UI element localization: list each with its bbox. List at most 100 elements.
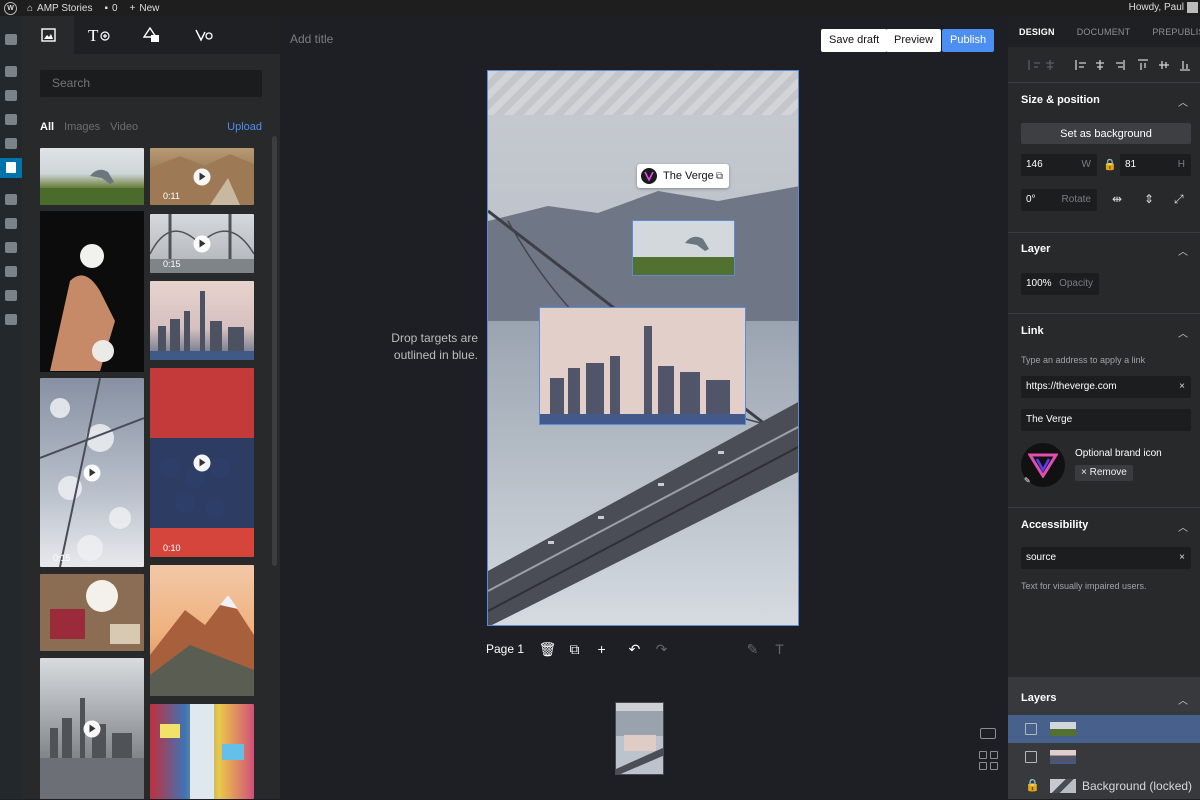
media-item-mountain[interactable]	[150, 565, 254, 696]
pages-icon[interactable]	[5, 114, 17, 125]
media-tab[interactable]	[22, 16, 74, 54]
flip-horizontal-icon[interactable]: ⇹	[1112, 192, 1122, 206]
settings-icon[interactable]	[5, 290, 17, 301]
user-avatar[interactable]	[1187, 2, 1198, 13]
remove-brand-icon-button[interactable]: × Remove	[1075, 465, 1133, 481]
media-item-picnic[interactable]	[40, 574, 144, 651]
opacity-input[interactable]: 100% Opacity	[1021, 273, 1099, 295]
links-tab[interactable]	[178, 16, 230, 54]
alt-text-value: source	[1026, 552, 1057, 563]
media-search-input[interactable]	[40, 70, 262, 97]
media-item-city-river[interactable]	[40, 658, 144, 799]
story-title-input[interactable]: Add title	[290, 32, 333, 46]
library-scrollbar[interactable]	[272, 136, 277, 566]
save-draft-button[interactable]: Save draft	[821, 29, 888, 52]
media-item-skyline[interactable]	[150, 281, 254, 360]
tab-document[interactable]: DOCUMENT	[1066, 27, 1142, 37]
size-position-heading[interactable]: Size & position	[1021, 94, 1100, 106]
link-url-input[interactable]: https://theverge.com ×	[1021, 376, 1191, 398]
grid-view-icon[interactable]	[979, 751, 998, 770]
media-item-canyon[interactable]: 0:11	[150, 148, 254, 205]
filter-images[interactable]: Images	[64, 121, 100, 133]
height-input[interactable]: 81 H	[1120, 154, 1191, 176]
delete-page-icon[interactable]: 🗑	[534, 641, 561, 658]
media-item-hand-flower[interactable]	[40, 211, 144, 372]
link-heading[interactable]: Link	[1021, 325, 1044, 337]
pin-icon[interactable]	[5, 66, 17, 77]
brand-icon-label: Optional brand icon	[1075, 448, 1162, 459]
tools-icon[interactable]	[5, 266, 17, 277]
redo-icon[interactable]: ↷	[648, 641, 675, 658]
page-thumbnail-image	[616, 703, 663, 774]
clear-icon[interactable]: ×	[1179, 376, 1185, 398]
video-duration: 0:10	[163, 543, 181, 553]
play-icon	[83, 464, 101, 481]
link-tooltip-chip[interactable]: The Verge ⧉	[637, 164, 729, 188]
media-item-berries[interactable]: 0:10	[150, 368, 254, 557]
duplicate-page-icon[interactable]: ⧉	[561, 641, 588, 658]
layers-heading[interactable]: Layers	[1021, 692, 1056, 704]
layer-name: Background (locked)	[1082, 779, 1193, 793]
comments-icon[interactable]	[5, 138, 17, 149]
appearance-icon[interactable]	[5, 194, 17, 205]
edit-pencil-icon[interactable]: ✎	[1024, 476, 1031, 485]
width-value: 146	[1026, 159, 1043, 170]
comments-link[interactable]: ▪ 0	[104, 3, 117, 14]
lock-icon[interactable]: 🔒	[1103, 158, 1117, 171]
shapes-tab[interactable]	[126, 16, 178, 54]
layer-row-background[interactable]: 🔒 Background (locked)	[1008, 772, 1200, 800]
clear-icon[interactable]: ×	[1179, 547, 1185, 569]
flip-vertical-icon[interactable]: ⇕	[1144, 192, 1154, 206]
link-description-input[interactable]: The Verge	[1021, 409, 1191, 431]
media-icon[interactable]	[5, 90, 17, 101]
add-page-icon[interactable]: +	[588, 641, 615, 657]
upload-link[interactable]: Upload	[227, 121, 262, 133]
filter-all[interactable]: All	[40, 121, 54, 133]
stories-icon[interactable]	[0, 158, 22, 178]
wordpress-logo-icon[interactable]: W	[4, 1, 17, 15]
new-content-link[interactable]: + New	[130, 3, 160, 14]
layer-row-skyline[interactable]	[1008, 743, 1200, 771]
tab-prepublish[interactable]: PREPUBLISH	[1141, 27, 1200, 37]
publish-button[interactable]: Publish	[942, 29, 995, 52]
set-as-background-button[interactable]: Set as background	[1021, 123, 1191, 144]
rotate-input[interactable]: 0° Rotate	[1021, 189, 1097, 211]
accessibility-heading[interactable]: Accessibility	[1021, 519, 1088, 531]
tab-design[interactable]: DESIGN	[1008, 27, 1066, 37]
media-item-blossom[interactable]: 0:15	[40, 378, 144, 567]
preview-button[interactable]: Preview	[886, 29, 942, 52]
chevron-up-icon[interactable]: ︿	[1178, 519, 1188, 534]
external-link-icon[interactable]: ⧉	[716, 171, 723, 182]
skyline-image-element[interactable]	[539, 307, 746, 425]
chevron-up-icon[interactable]: ︿	[1178, 243, 1188, 258]
site-name-link[interactable]: ⌂ AMP Stories	[27, 3, 92, 14]
layer-heading[interactable]: Layer	[1021, 243, 1050, 255]
page-thumbnail[interactable]	[615, 702, 664, 775]
width-input[interactable]: 146 W	[1021, 154, 1097, 176]
media-item-bridge[interactable]: 0:15	[150, 214, 254, 273]
alt-text-input[interactable]: source ×	[1021, 547, 1191, 569]
text-tab[interactable]: T	[74, 16, 126, 54]
howdy-user[interactable]: Howdy, Paul	[1129, 2, 1184, 13]
fullscreen-icon[interactable]: ⤢	[1174, 192, 1184, 207]
layer-row-bird[interactable]	[1008, 715, 1200, 743]
keyboard-shortcuts-icon[interactable]	[980, 728, 996, 739]
users-icon[interactable]	[5, 242, 17, 253]
collapse-icon[interactable]	[5, 314, 17, 325]
play-icon	[83, 720, 101, 737]
chevron-up-icon[interactable]: ︿	[1178, 94, 1188, 109]
filter-video[interactable]: Video	[110, 121, 138, 133]
selected-bird-image[interactable]	[632, 220, 735, 276]
magic-wand-icon[interactable]: ✎	[739, 641, 766, 658]
plugins-icon[interactable]	[5, 218, 17, 229]
dashboard-icon[interactable]	[5, 34, 17, 45]
chevron-up-icon[interactable]: ︿	[1178, 325, 1188, 340]
link-description-value: The Verge	[1026, 414, 1073, 425]
media-item-street[interactable]	[150, 704, 254, 799]
height-value: 81	[1125, 159, 1137, 170]
media-item-bird[interactable]	[40, 148, 144, 205]
library-tabs: T	[22, 16, 280, 54]
chevron-up-icon[interactable]: ︿	[1178, 692, 1188, 707]
undo-icon[interactable]: ↶	[621, 641, 648, 658]
text-magic-icon[interactable]: T	[766, 641, 793, 657]
